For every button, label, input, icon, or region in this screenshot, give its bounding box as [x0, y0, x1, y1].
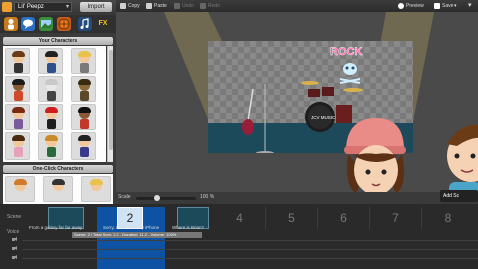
preview-label: Preview — [406, 3, 424, 9]
paste-label: Paste — [154, 3, 167, 9]
voice-caption-1[interactable]: From a galaxy far far away — [29, 225, 82, 230]
character-tile[interactable] — [38, 48, 63, 74]
character-tile[interactable] — [38, 104, 63, 130]
audio-track-line — [22, 240, 478, 241]
character-scrollbar[interactable] — [107, 46, 113, 162]
voice-caption-2[interactable]: Sorry, I was from my iPhone — [103, 225, 159, 230]
scene-slot-4[interactable]: 4 — [214, 207, 266, 229]
character-tile[interactable] — [71, 104, 96, 130]
scale-label: Scale — [118, 194, 131, 200]
fx-icon[interactable]: FX — [96, 17, 110, 31]
play-icon — [398, 2, 404, 9]
drum-logo: JCV MUSIC — [311, 115, 336, 120]
voice-caption-3[interactable]: Where is Brian? — [172, 225, 204, 230]
scale-value: 100 % — [200, 194, 215, 200]
voice-row-label: Voice — [7, 229, 20, 235]
character-tile[interactable] — [71, 132, 96, 160]
redo-label: Redo — [208, 3, 220, 9]
redo-icon — [200, 2, 206, 9]
scene-slot-6[interactable]: 6 — [318, 207, 370, 229]
character-tile[interactable] — [5, 48, 30, 74]
add-scene-tooltip[interactable]: Add Sc — [440, 190, 478, 202]
scale-slider-thumb[interactable] — [154, 195, 160, 201]
paste-button[interactable]: Paste — [146, 0, 167, 12]
save-menu-chevron-icon[interactable]: ▾ — [454, 0, 457, 12]
scene-info-strip: Scene: 2 / Total Sum: 1.2 - Duration: 11… — [72, 232, 202, 238]
audio-track-line — [22, 258, 478, 259]
one-click-character[interactable] — [5, 176, 35, 202]
speech-bubble-icon[interactable] — [21, 17, 35, 31]
image-icon[interactable] — [39, 17, 53, 31]
one-click-characters-heading[interactable]: One-Click Characters — [3, 165, 113, 173]
collapse-chevron-icon[interactable]: ▾ — [468, 0, 472, 12]
character-tile[interactable] — [71, 76, 96, 102]
scale-control: Scale 100 % — [116, 192, 478, 204]
character-grid — [3, 46, 106, 162]
theme-select[interactable]: Lil' Peepz ▾ — [14, 2, 72, 12]
fx-label: FX — [98, 20, 108, 27]
your-characters-heading: Your Characters — [3, 37, 113, 45]
speaker-icon[interactable] — [12, 255, 18, 260]
undo-label: Undo — [182, 3, 194, 9]
character-girl[interactable] — [338, 110, 418, 192]
undo-icon — [174, 2, 180, 9]
character-tile[interactable] — [5, 104, 30, 130]
copy-icon — [120, 2, 126, 9]
theme-icon — [2, 2, 12, 12]
scene-row-label: Scene — [7, 214, 22, 220]
basketball-icon[interactable] — [57, 17, 71, 31]
character-tile[interactable] — [5, 76, 30, 102]
character-tile[interactable] — [38, 76, 63, 102]
asset-panel: Lil' Peepz ▾ Import FX Your Characters O… — [0, 0, 116, 204]
paste-icon — [146, 2, 152, 9]
copy-button[interactable]: Copy — [120, 0, 140, 12]
editor-toolbar: Copy Paste Undo Redo Preview Save ▾ ▾ — [116, 0, 478, 12]
import-button[interactable]: Import — [80, 2, 112, 12]
scroll-thumb[interactable] — [109, 50, 113, 150]
save-label: Save — [442, 3, 454, 9]
theme-bar: Lil' Peepz ▾ Import — [0, 0, 116, 14]
copy-label: Copy — [128, 3, 140, 9]
people-icon[interactable] — [4, 17, 18, 31]
save-icon — [434, 2, 440, 9]
one-click-character[interactable] — [81, 176, 111, 202]
stage-canvas[interactable]: ROCK JCV MUSIC — [116, 12, 478, 192]
preview-button[interactable]: Preview — [398, 0, 424, 12]
character-boy[interactable] — [441, 116, 478, 192]
speaker-icon[interactable] — [12, 246, 18, 251]
category-tabs: FX — [0, 15, 116, 33]
scene-timeline: Scene Voice 2 4 5 6 7 8 From a galaxy fa… — [0, 204, 478, 269]
scene-slot-7[interactable]: 7 — [370, 207, 422, 229]
chevron-down-icon: ▾ — [65, 4, 69, 10]
one-click-character[interactable] — [43, 176, 73, 202]
rock-sign-text: ROCK — [330, 46, 362, 58]
one-click-characters-panel — [3, 174, 113, 204]
scene-slot-selected[interactable]: 2 — [97, 207, 165, 269]
character-tile[interactable] — [5, 132, 30, 160]
character-tile[interactable] — [71, 48, 96, 74]
music-icon[interactable] — [78, 17, 92, 31]
scene-slot-5[interactable]: 5 — [266, 207, 318, 229]
scene-slot-8[interactable]: 8 — [422, 207, 474, 229]
app-root: Lil' Peepz ▾ Import FX Your Characters O… — [0, 0, 478, 269]
audio-track-line — [22, 249, 478, 250]
undo-button[interactable]: Undo — [174, 0, 194, 12]
save-button[interactable]: Save — [434, 0, 453, 12]
scale-slider[interactable] — [136, 195, 196, 201]
theme-select-value: Lil' Peepz — [18, 4, 44, 10]
speaker-icon[interactable] — [12, 237, 18, 242]
character-tile[interactable] — [38, 132, 63, 160]
redo-button[interactable]: Redo — [200, 0, 220, 12]
